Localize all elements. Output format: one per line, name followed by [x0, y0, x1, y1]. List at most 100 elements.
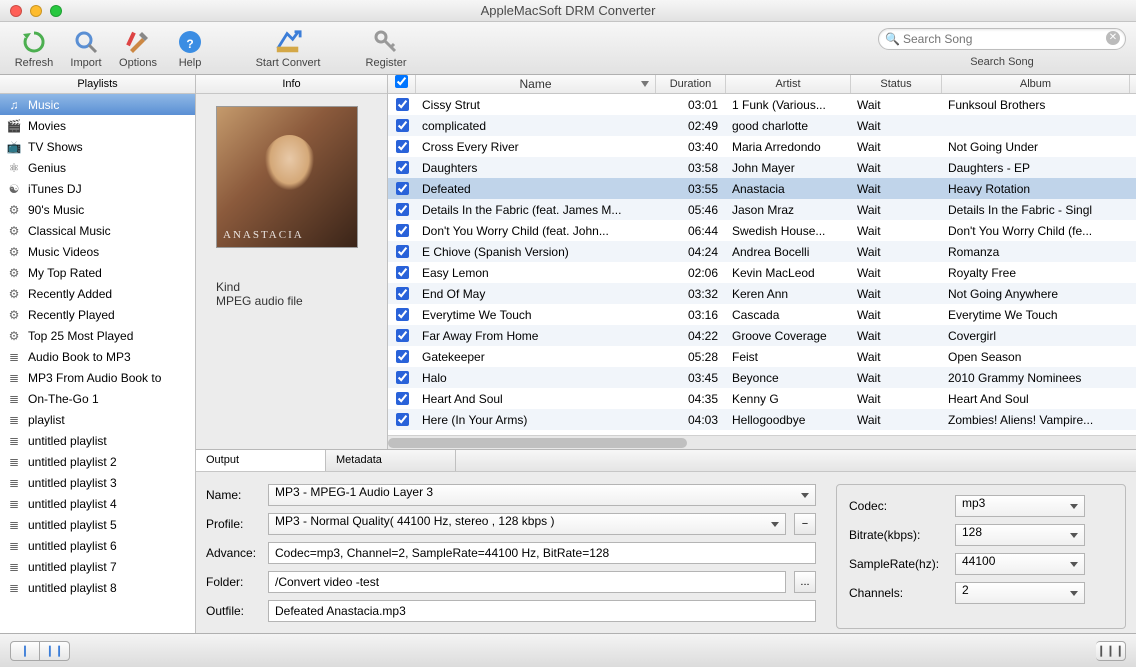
songs-list[interactable]: Cissy Strut03:011 Funk (Various...WaitFu…: [388, 94, 1136, 435]
sidebar-item[interactable]: 🎬Movies: [0, 115, 195, 136]
row-checkbox[interactable]: [396, 287, 409, 300]
status-play-button[interactable]: ❙: [10, 641, 40, 661]
table-row[interactable]: Cissy Strut03:011 Funk (Various...WaitFu…: [388, 94, 1136, 115]
status-pause-button[interactable]: ❙❙: [40, 641, 70, 661]
sidebar-item[interactable]: ⚙My Top Rated: [0, 262, 195, 283]
column-duration[interactable]: Duration: [656, 75, 726, 93]
profile-remove-button[interactable]: −: [794, 513, 816, 535]
table-row[interactable]: Here (In Your Arms)04:03HellogoodbyeWait…: [388, 409, 1136, 430]
select-all-checkbox[interactable]: [395, 75, 408, 88]
sidebar-item[interactable]: ☯iTunes DJ: [0, 178, 195, 199]
name-select[interactable]: MP3 - MPEG-1 Audio Layer 3: [268, 484, 816, 506]
sidebar-item[interactable]: ≣untitled playlist: [0, 430, 195, 451]
sidebar-item[interactable]: ≣untitled playlist 6: [0, 535, 195, 556]
cell-status: Wait: [851, 224, 942, 238]
channels-select[interactable]: 2: [955, 582, 1085, 604]
cell-album: Funksoul Brothers: [942, 98, 1130, 112]
table-row[interactable]: Daughters03:58John MayerWaitDaughters - …: [388, 157, 1136, 178]
sidebar-item[interactable]: ⚛Genius: [0, 157, 195, 178]
codec-select[interactable]: mp3: [955, 495, 1085, 517]
sidebar-item[interactable]: ≣untitled playlist 2: [0, 451, 195, 472]
table-row[interactable]: Halo03:45BeyonceWait2010 Grammy Nominees: [388, 367, 1136, 388]
status-menu-button[interactable]: ❙❙❙: [1096, 641, 1126, 661]
help-button[interactable]: ? Help: [164, 23, 216, 73]
tab-output[interactable]: Output: [196, 450, 326, 471]
sidebar-item[interactable]: ≣untitled playlist 4: [0, 493, 195, 514]
row-checkbox[interactable]: [396, 392, 409, 405]
table-row[interactable]: Gatekeeper05:28FeistWaitOpen Season: [388, 346, 1136, 367]
outfile-input[interactable]: [268, 600, 816, 622]
sidebar-item[interactable]: ⚙Top 25 Most Played: [0, 325, 195, 346]
sidebar-item[interactable]: ♫Music: [0, 94, 195, 115]
sidebar-item[interactable]: ≣untitled playlist 7: [0, 556, 195, 577]
column-artist[interactable]: Artist: [726, 75, 851, 93]
sidebar-item[interactable]: 📺TV Shows: [0, 136, 195, 157]
search-input[interactable]: [878, 28, 1126, 50]
playlists-header: Playlists: [0, 75, 195, 94]
column-check[interactable]: [388, 75, 416, 93]
convert-icon: [274, 28, 302, 56]
table-row[interactable]: Defeated03:55AnastaciaWaitHeavy Rotation: [388, 178, 1136, 199]
advance-input[interactable]: [268, 542, 816, 564]
folder-browse-button[interactable]: ...: [794, 571, 816, 593]
column-name[interactable]: Name: [416, 75, 656, 93]
table-row[interactable]: E Chiove (Spanish Version)04:24Andrea Bo…: [388, 241, 1136, 262]
import-button[interactable]: Import: [60, 23, 112, 73]
sidebar-item[interactable]: ⚙90's Music: [0, 199, 195, 220]
row-checkbox[interactable]: [396, 182, 409, 195]
folder-input[interactable]: [268, 571, 786, 593]
sidebar-item[interactable]: ⚙Recently Played: [0, 304, 195, 325]
row-checkbox[interactable]: [396, 203, 409, 216]
tab-metadata[interactable]: Metadata: [326, 450, 456, 471]
sidebar-item[interactable]: ≣playlist: [0, 409, 195, 430]
row-checkbox[interactable]: [396, 140, 409, 153]
table-row[interactable]: Details In the Fabric (feat. James M...0…: [388, 199, 1136, 220]
sidebar-item[interactable]: ⚙Classical Music: [0, 220, 195, 241]
row-checkbox[interactable]: [396, 224, 409, 237]
row-checkbox[interactable]: [396, 308, 409, 321]
sidebar-item[interactable]: ⚙Recently Added: [0, 283, 195, 304]
column-album[interactable]: Album: [942, 75, 1130, 93]
clear-search-icon[interactable]: ✕: [1106, 31, 1120, 45]
table-row[interactable]: Heart And Soul04:35Kenny GWaitHeart And …: [388, 388, 1136, 409]
row-checkbox[interactable]: [396, 413, 409, 426]
samplerate-select[interactable]: 44100: [955, 553, 1085, 575]
table-row[interactable]: End Of May03:32Keren AnnWaitNot Going An…: [388, 283, 1136, 304]
table-row[interactable]: Everytime We Touch03:16CascadaWaitEveryt…: [388, 304, 1136, 325]
row-checkbox[interactable]: [396, 245, 409, 258]
table-row[interactable]: Easy Lemon02:06Kevin MacLeodWaitRoyalty …: [388, 262, 1136, 283]
sidebar-item[interactable]: ≣untitled playlist 3: [0, 472, 195, 493]
kind-label: Kind: [216, 280, 367, 294]
row-checkbox[interactable]: [396, 266, 409, 279]
table-row[interactable]: complicated02:49good charlotteWait: [388, 115, 1136, 136]
register-button[interactable]: Register: [360, 23, 412, 73]
sidebar-item[interactable]: ≣untitled playlist 8: [0, 577, 195, 598]
sidebar-item[interactable]: ⚙Music Videos: [0, 241, 195, 262]
profile-select[interactable]: MP3 - Normal Quality( 44100 Hz, stereo ,…: [268, 513, 786, 535]
table-row[interactable]: Far Away From Home04:22Groove CoverageWa…: [388, 325, 1136, 346]
table-row[interactable]: Cross Every River03:40Maria ArredondoWai…: [388, 136, 1136, 157]
start-convert-button[interactable]: Start Convert: [248, 23, 328, 73]
codec-label: Codec:: [849, 499, 947, 513]
row-checkbox[interactable]: [396, 98, 409, 111]
bitrate-select[interactable]: 128: [955, 524, 1085, 546]
row-checkbox[interactable]: [396, 329, 409, 342]
row-checkbox[interactable]: [396, 119, 409, 132]
refresh-button[interactable]: Refresh: [8, 23, 60, 73]
list-icon: ≣: [6, 455, 22, 469]
options-button[interactable]: Options: [112, 23, 164, 73]
folder-label: Folder:: [206, 575, 260, 589]
row-checkbox[interactable]: [396, 371, 409, 384]
table-row[interactable]: Don't You Worry Child (feat. John...06:4…: [388, 220, 1136, 241]
row-checkbox[interactable]: [396, 161, 409, 174]
column-status[interactable]: Status: [851, 75, 942, 93]
horizontal-scrollbar[interactable]: [388, 435, 1136, 449]
sidebar-item[interactable]: ≣untitled playlist 5: [0, 514, 195, 535]
playlists-list[interactable]: ♫Music🎬Movies📺TV Shows⚛Genius☯iTunes DJ⚙…: [0, 94, 195, 633]
sidebar-item[interactable]: ≣MP3 From Audio Book to: [0, 367, 195, 388]
row-checkbox[interactable]: [396, 350, 409, 363]
sidebar-item[interactable]: ≣Audio Book to MP3: [0, 346, 195, 367]
sidebar-item[interactable]: ≣On-The-Go 1: [0, 388, 195, 409]
sidebar-item-label: Movies: [28, 119, 66, 133]
list-icon: ≣: [6, 581, 22, 595]
